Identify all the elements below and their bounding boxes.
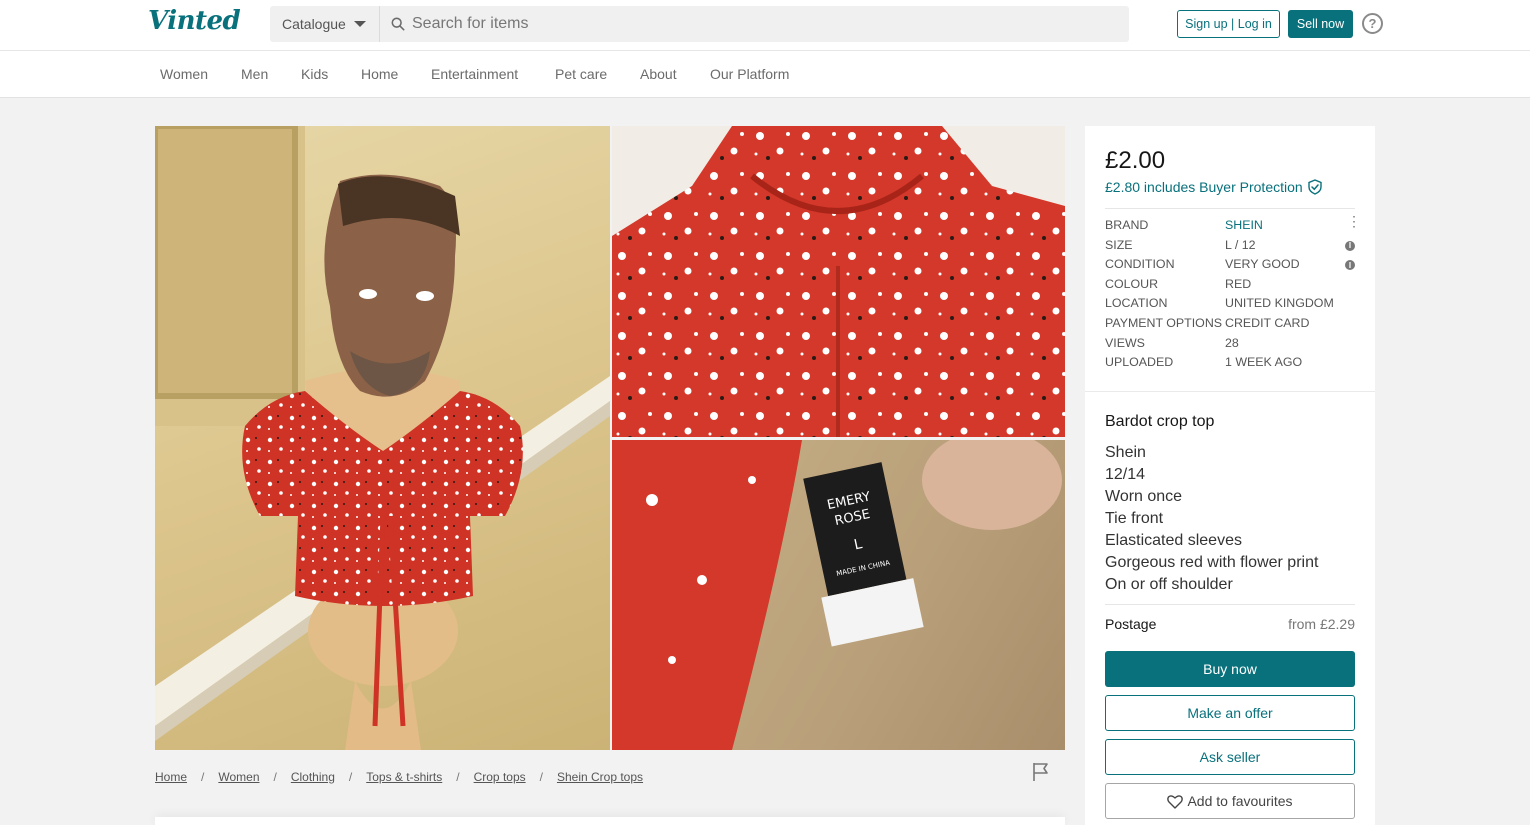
description-line: On or off shoulder [1105, 576, 1233, 593]
shield-check-icon [1307, 179, 1322, 195]
description-line: Shein [1105, 444, 1146, 461]
info-icon[interactable]: i [1345, 260, 1355, 271]
header: Vinted Catalogue Sign up | Log in Sell n… [0, 0, 1530, 51]
detail-value: L / 12 [1225, 237, 1256, 252]
detail-key: LOCATION [1105, 296, 1168, 311]
clothing-label-illustration: EMERY ROSE L MADE IN CHINA [612, 440, 1062, 750]
category-nav: Women Men Kids Home Entertainment Pet ca… [0, 51, 1530, 98]
flag-icon[interactable] [1032, 762, 1050, 782]
breadcrumb-separator: / [456, 770, 460, 784]
detail-value: 28 [1225, 335, 1239, 350]
breadcrumb-shein-crop-tops[interactable]: Shein Crop tops [557, 770, 643, 784]
item-photo-closeup[interactable] [612, 126, 1065, 437]
catalogue-label: Catalogue [282, 16, 346, 32]
info-icon[interactable]: i [1345, 240, 1355, 251]
detail-row-payment: PAYMENT OPTIONS CREDIT CARD [1105, 314, 1355, 334]
detail-value: RED [1225, 276, 1252, 291]
buyer-protection-link[interactable]: £2.80 includes Buyer Protection [1105, 179, 1323, 195]
item-price: £2.00 [1105, 147, 1166, 174]
catalogue-dropdown[interactable]: Catalogue [270, 6, 380, 42]
breadcrumb-separator: / [273, 770, 277, 784]
buy-now-button[interactable]: Buy now [1105, 651, 1355, 687]
breadcrumb-women[interactable]: Women [218, 770, 259, 784]
postage-row: Postage from £2.29 [1105, 604, 1355, 632]
heart-icon [1167, 794, 1184, 809]
breadcrumb-clothing[interactable]: Clothing [291, 770, 335, 784]
detail-row-uploaded: UPLOADED 1 WEEK AGO [1105, 353, 1355, 373]
detail-key: SIZE [1105, 237, 1133, 252]
detail-key: BRAND [1105, 218, 1149, 232]
nav-item-women[interactable]: Women [160, 66, 208, 82]
ask-seller-button[interactable]: Ask seller [1105, 739, 1355, 775]
detail-value: CREDIT CARD [1225, 315, 1310, 330]
postage-label: Postage [1105, 616, 1157, 632]
nav-item-about[interactable]: About [640, 66, 677, 82]
detail-row-brand: BRAND SHEIN ⋮ [1105, 214, 1361, 236]
favourites-label: Add to favourites [1187, 793, 1293, 809]
nav-item-entertainment[interactable]: Entertainment [431, 66, 518, 82]
nav-item-kids[interactable]: Kids [301, 66, 328, 82]
postage-value: from £2.29 [1288, 616, 1355, 632]
breadcrumb-separator: / [539, 770, 543, 784]
more-icon[interactable]: ⋮ [1347, 214, 1361, 228]
item-photo-label[interactable]: EMERY ROSE L MADE IN CHINA [612, 440, 1065, 750]
divider [1085, 391, 1375, 392]
breadcrumb-tops[interactable]: Tops & t-shirts [366, 770, 442, 784]
description-line: Tie front [1105, 510, 1164, 527]
breadcrumb-separator: / [201, 770, 205, 784]
detail-row-views: VIEWS 28 [1105, 334, 1355, 354]
chevron-down-icon [353, 21, 366, 27]
nav-item-our-platform[interactable]: Our Platform [710, 66, 789, 82]
breadcrumb-separator: / [348, 770, 353, 784]
item-photo-main[interactable] [155, 126, 610, 750]
item-description: Shein 12/14 Worn once Tie front Elastica… [1105, 442, 1318, 596]
add-to-favourites-button[interactable]: Add to favourites [1105, 783, 1355, 819]
breadcrumb-crop-tops[interactable]: Crop tops [474, 770, 526, 784]
detail-value: UNITED KINGDOM [1225, 296, 1334, 311]
buyer-protection-text: £2.80 includes Buyer Protection [1105, 179, 1303, 195]
item-details-panel: £2.00 £2.80 includes Buyer Protection BR… [1085, 126, 1375, 825]
sell-now-button[interactable]: Sell now [1288, 10, 1353, 38]
search-icon [391, 17, 405, 31]
brand-link[interactable]: SHEIN [1225, 218, 1263, 232]
detail-key: PAYMENT OPTIONS [1105, 315, 1223, 330]
vinted-logo[interactable]: Vinted [148, 6, 241, 36]
breadcrumb-home[interactable]: Home [155, 770, 187, 784]
detail-key: UPLOADED [1105, 355, 1174, 370]
bottom-card [155, 817, 1065, 825]
detail-row-condition: CONDITION VERY GOOD i [1105, 255, 1355, 275]
detail-key: CONDITION [1105, 257, 1175, 272]
description-line: Worn once [1105, 488, 1183, 505]
detail-value: VERY GOOD [1225, 257, 1300, 272]
make-offer-button[interactable]: Make an offer [1105, 695, 1355, 731]
search-input[interactable] [412, 6, 1112, 42]
item-details-table: BRAND SHEIN ⋮ SIZE L / 12 i CONDITION VE… [1105, 208, 1361, 373]
description-line: Elasticated sleeves [1105, 532, 1242, 549]
description-line: Gorgeous red with flower print [1105, 554, 1319, 571]
item-title: Bardot crop top [1105, 413, 1215, 430]
detail-row-size: SIZE L / 12 i [1105, 236, 1355, 256]
nav-item-home[interactable]: Home [361, 66, 398, 82]
detail-key: VIEWS [1105, 335, 1145, 350]
detail-row-location: LOCATION UNITED KINGDOM [1105, 294, 1355, 314]
search-bar: Catalogue [270, 6, 1129, 42]
fabric-closeup-illustration [612, 126, 1065, 437]
description-line: 12/14 [1105, 466, 1146, 483]
breadcrumb: Home / Women / Clothing / Tops & t-shirt… [155, 770, 643, 784]
detail-key: COLOUR [1105, 276, 1159, 291]
signup-login-button[interactable]: Sign up | Log in [1177, 10, 1280, 38]
nav-item-pet-care[interactable]: Pet care [555, 66, 607, 82]
detail-row-colour: COLOUR RED [1105, 275, 1355, 295]
help-icon[interactable]: ? [1362, 13, 1383, 34]
nav-item-men[interactable]: Men [241, 66, 268, 82]
mannequin-photo-illustration [155, 126, 610, 750]
detail-value: 1 WEEK AGO [1225, 355, 1303, 370]
